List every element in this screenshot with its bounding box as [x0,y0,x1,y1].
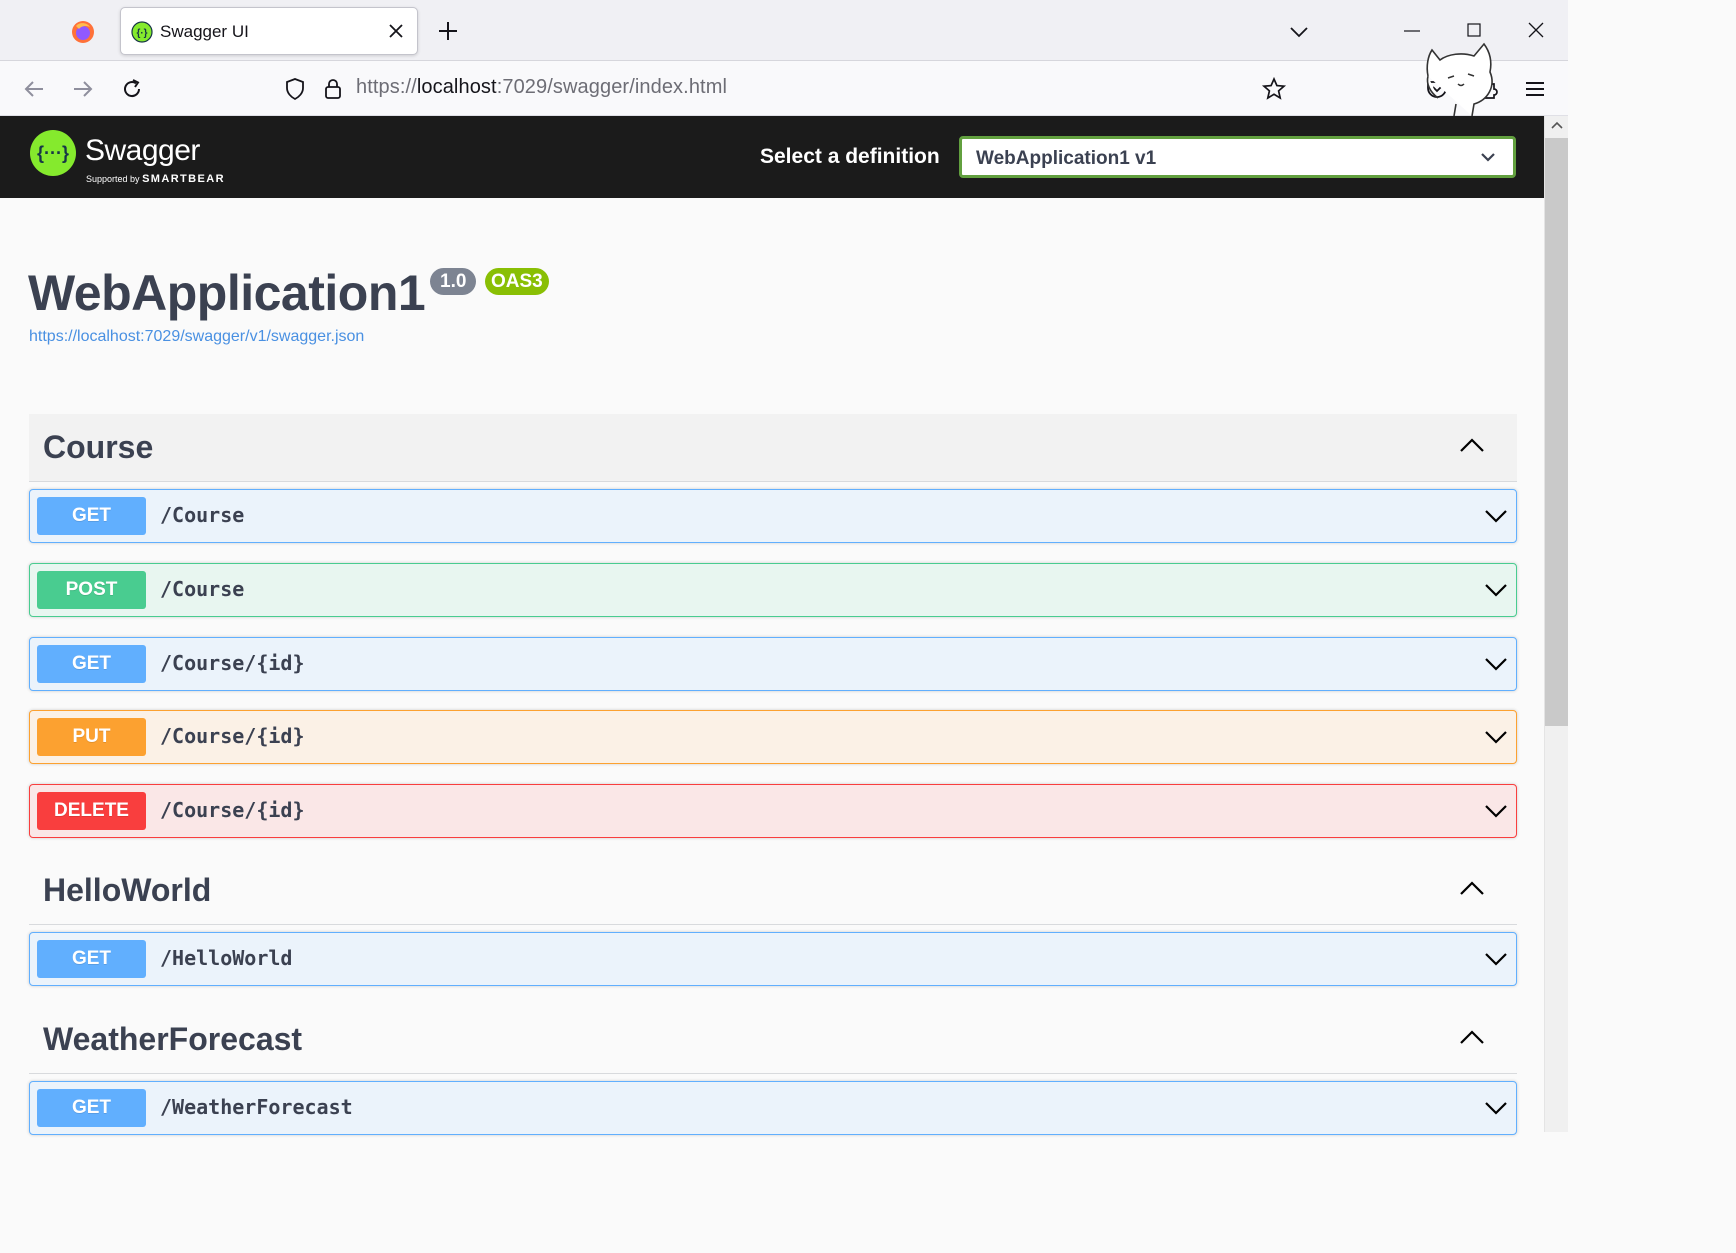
lock-icon[interactable] [320,76,346,102]
page-scrollbar[interactable] [1544,116,1568,1132]
window-close-icon[interactable] [1526,20,1546,40]
chevron-up-icon[interactable] [1459,436,1485,454]
swagger-logo-icon[interactable]: {···} [29,129,77,177]
operation-delete-course-id[interactable]: DELETE /Course/{id} [29,784,1517,838]
window-maximize-icon[interactable] [1464,20,1484,40]
method-badge: GET [37,940,146,978]
swagger-favicon-icon: {·} [131,21,153,43]
operation-get-weatherforecast[interactable]: GET /WeatherForecast [29,1081,1517,1135]
definition-select[interactable]: WebApplication1 v1 [959,136,1516,178]
chevron-up-icon[interactable] [1459,879,1485,897]
tab-title: Swagger UI [160,22,249,41]
operation-get-helloworld[interactable]: GET /HelloWorld [29,932,1517,986]
svg-text:{·}: {·} [136,28,147,39]
close-tab-icon[interactable] [385,20,407,42]
chevron-down-icon[interactable] [1484,951,1508,967]
definition-selected-value: WebApplication1 v1 [976,148,1157,169]
list-all-tabs-chevron-icon[interactable] [1288,22,1310,42]
operation-path: /Course/{id} [160,651,305,675]
browser-tab-bar: {·} Swagger UI [0,0,1568,61]
swagger-brand-sub: Supported by SMARTBEAR [86,173,225,185]
chevron-down-icon[interactable] [1484,1100,1508,1116]
chevron-down-icon[interactable] [1484,803,1508,819]
tag-name: Course [43,429,154,465]
star-icon[interactable] [1261,76,1287,102]
swagger-topbar: {···} Swagger Supported by SMARTBEAR Sel… [0,116,1544,198]
operation-path: /Course [160,503,245,527]
new-tab-plus-icon[interactable] [436,19,460,43]
hamburger-menu-icon[interactable] [1522,76,1548,102]
reload-icon[interactable] [119,76,145,102]
chevron-down-icon[interactable] [1484,729,1508,745]
operation-get-course[interactable]: GET /Course [29,489,1517,543]
tag-name: WeatherForecast [43,1021,303,1057]
back-arrow-icon[interactable] [21,76,47,102]
operation-put-course-id[interactable]: PUT /Course/{id} [29,710,1517,764]
shield-icon[interactable] [282,76,308,102]
spec-json-link[interactable]: https://localhost:7029/swagger/v1/swagge… [29,328,364,346]
tag-weatherforecast[interactable]: WeatherForecast [29,1006,1517,1074]
oas-badge: OAS3 [485,268,549,295]
chevron-down-icon [1481,153,1495,162]
brand-sub-company: SMARTBEAR [142,173,225,185]
url-path: :7029/swagger/index.html [496,76,727,98]
operation-get-course-id[interactable]: GET /Course/{id} [29,637,1517,691]
window-minimize-icon[interactable] [1402,20,1422,40]
chevron-down-icon[interactable] [1484,656,1508,672]
method-badge: DELETE [37,792,146,830]
chevron-down-icon[interactable] [1484,582,1508,598]
swagger-brand: Swagger [85,134,200,167]
browser-nav-bar: https://localhost:7029/swagger/index.htm… [0,61,1568,116]
scroll-up-arrow-icon[interactable] [1551,120,1563,132]
api-title: WebApplication1 [28,265,426,321]
brand-sub-prefix: Supported by [86,174,140,184]
svg-text:{···}: {···} [37,143,69,163]
url-scheme: https:// [356,76,417,98]
method-badge: GET [37,497,146,535]
tag-helloworld[interactable]: HelloWorld [29,857,1517,925]
operation-path: /HelloWorld [160,946,293,970]
version-badge: 1.0 [430,268,477,295]
operation-path: /Course [160,577,245,601]
operation-path: /WeatherForecast [160,1095,353,1119]
operation-path: /Course/{id} [160,798,305,822]
method-badge: PUT [37,718,146,756]
method-badge: GET [37,1089,146,1127]
chevron-down-icon[interactable] [1484,508,1508,524]
chevron-up-icon[interactable] [1459,1028,1485,1046]
scrollbar-thumb[interactable] [1545,138,1568,726]
address-bar-url[interactable]: https://localhost:7029/swagger/index.htm… [356,76,727,99]
method-badge: POST [37,571,146,609]
operation-post-course[interactable]: POST /Course [29,563,1517,617]
url-host: localhost [416,76,497,98]
firefox-logo-icon [72,21,94,43]
definition-label: Select a definition [760,145,940,168]
cat-doodle-icon [1426,42,1493,117]
method-badge: GET [37,645,146,683]
browser-tab-swagger-ui[interactable]: {·} Swagger UI [120,7,418,55]
forward-arrow-icon[interactable] [70,76,96,102]
operation-path: /Course/{id} [160,724,305,748]
tag-course[interactable]: Course [29,414,1517,482]
tag-name: HelloWorld [43,872,212,908]
